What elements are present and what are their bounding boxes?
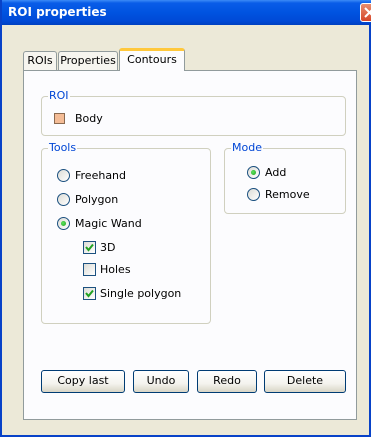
tools-group: Tools Freehand Polygon Magic Wand 3D Hol… — [41, 141, 211, 324]
undo-button[interactable]: Undo — [133, 370, 189, 393]
roi-properties-window: ROI properties ROIs Properties Contours … — [0, 0, 371, 437]
roi-color-swatch — [54, 112, 65, 124]
radio-polygon[interactable]: Polygon — [57, 191, 118, 207]
title-bar[interactable]: ROI properties — [2, 0, 371, 25]
radio-freehand[interactable]: Freehand — [57, 167, 126, 183]
checkbox-icon — [83, 262, 96, 276]
radio-button-icon — [247, 187, 260, 201]
window-title: ROI properties — [8, 5, 107, 19]
checkbox-single-polygon[interactable]: Single polygon — [83, 285, 181, 301]
close-button[interactable] — [360, 3, 371, 22]
tab-contours[interactable]: Contours — [119, 48, 185, 71]
mode-group: Mode Add Remove — [224, 141, 346, 214]
redo-button[interactable]: Redo — [197, 370, 257, 393]
tools-group-legend: Tools — [48, 141, 78, 154]
close-icon — [364, 7, 371, 18]
delete-button[interactable]: Delete — [264, 370, 346, 393]
roi-group-legend: ROI — [48, 89, 70, 102]
tab-rois[interactable]: ROIs — [23, 51, 57, 70]
contours-panel: ROI Body Tools Freehand Polygon Magic Wa… — [23, 70, 357, 420]
radio-magic-wand[interactable]: Magic Wand — [57, 215, 142, 231]
roi-name: Body — [75, 111, 103, 125]
radio-button-icon — [57, 168, 70, 182]
radio-remove[interactable]: Remove — [247, 186, 310, 202]
checkbox-3d[interactable]: 3D — [83, 239, 115, 255]
mode-group-legend: Mode — [231, 141, 263, 154]
radio-button-selected-icon — [247, 165, 260, 179]
checkbox-checked-icon — [83, 240, 96, 254]
radio-button-icon — [57, 192, 70, 206]
checkbox-holes[interactable]: Holes — [83, 261, 131, 277]
tab-properties[interactable]: Properties — [58, 51, 118, 70]
roi-group: ROI Body — [41, 89, 346, 136]
checkbox-checked-icon — [83, 286, 96, 300]
radio-button-selected-icon — [57, 216, 70, 230]
copy-last-button[interactable]: Copy last — [41, 370, 125, 393]
radio-add[interactable]: Add — [247, 164, 286, 180]
